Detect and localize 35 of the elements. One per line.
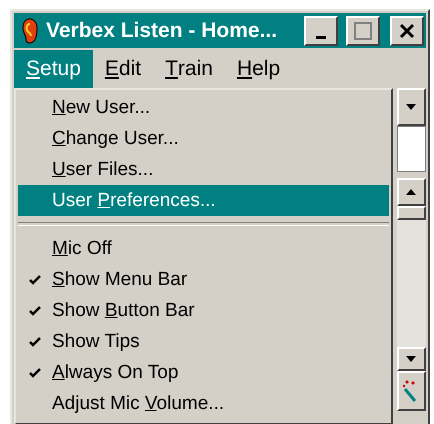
menu-item[interactable]: Show Menu Bar <box>18 264 389 295</box>
menu-item[interactable]: Always On Top <box>18 357 389 388</box>
menu-item[interactable]: Change User... <box>18 123 389 154</box>
ear-icon <box>22 18 38 44</box>
wand-button[interactable] <box>396 371 426 411</box>
menu-title[interactable]: Train <box>153 50 225 88</box>
minimize-button[interactable] <box>304 16 338 46</box>
menu-item[interactable]: Show Tips <box>18 326 389 357</box>
dropdown-button[interactable] <box>396 88 426 126</box>
menu-item[interactable]: Show Button Bar <box>18 295 389 326</box>
menu-item[interactable]: Mic Off <box>18 233 389 264</box>
menu-item[interactable]: Adjust Mic Volume... <box>18 388 389 419</box>
checkmark-icon <box>29 274 41 284</box>
menu-title[interactable]: Help <box>224 50 292 88</box>
menu-title[interactable]: Edit <box>92 50 154 88</box>
text-field[interactable] <box>396 126 426 172</box>
maximize-icon <box>354 22 372 40</box>
checkmark-icon <box>29 336 41 346</box>
caret-icon <box>406 356 416 362</box>
scroll-down-button[interactable] <box>396 347 426 371</box>
menu-item[interactable]: User Preferences... <box>18 185 389 216</box>
checkmark-icon <box>29 368 41 378</box>
caret-icon <box>406 104 416 110</box>
menu-item[interactable]: User Files... <box>18 154 389 185</box>
maximize-button[interactable] <box>346 16 380 46</box>
minimize-icon <box>316 36 326 39</box>
close-icon <box>399 22 415 38</box>
window-title: Verbex Listen - Home... <box>46 18 278 42</box>
scroll-up-button[interactable] <box>396 178 426 206</box>
checkmark-icon <box>29 306 41 316</box>
scroll-thumb[interactable] <box>396 206 426 220</box>
caret-icon <box>406 189 416 195</box>
close-button[interactable] <box>390 16 424 46</box>
menu-item[interactable]: New User... <box>18 92 389 123</box>
menu-title[interactable]: Setup <box>14 50 93 88</box>
